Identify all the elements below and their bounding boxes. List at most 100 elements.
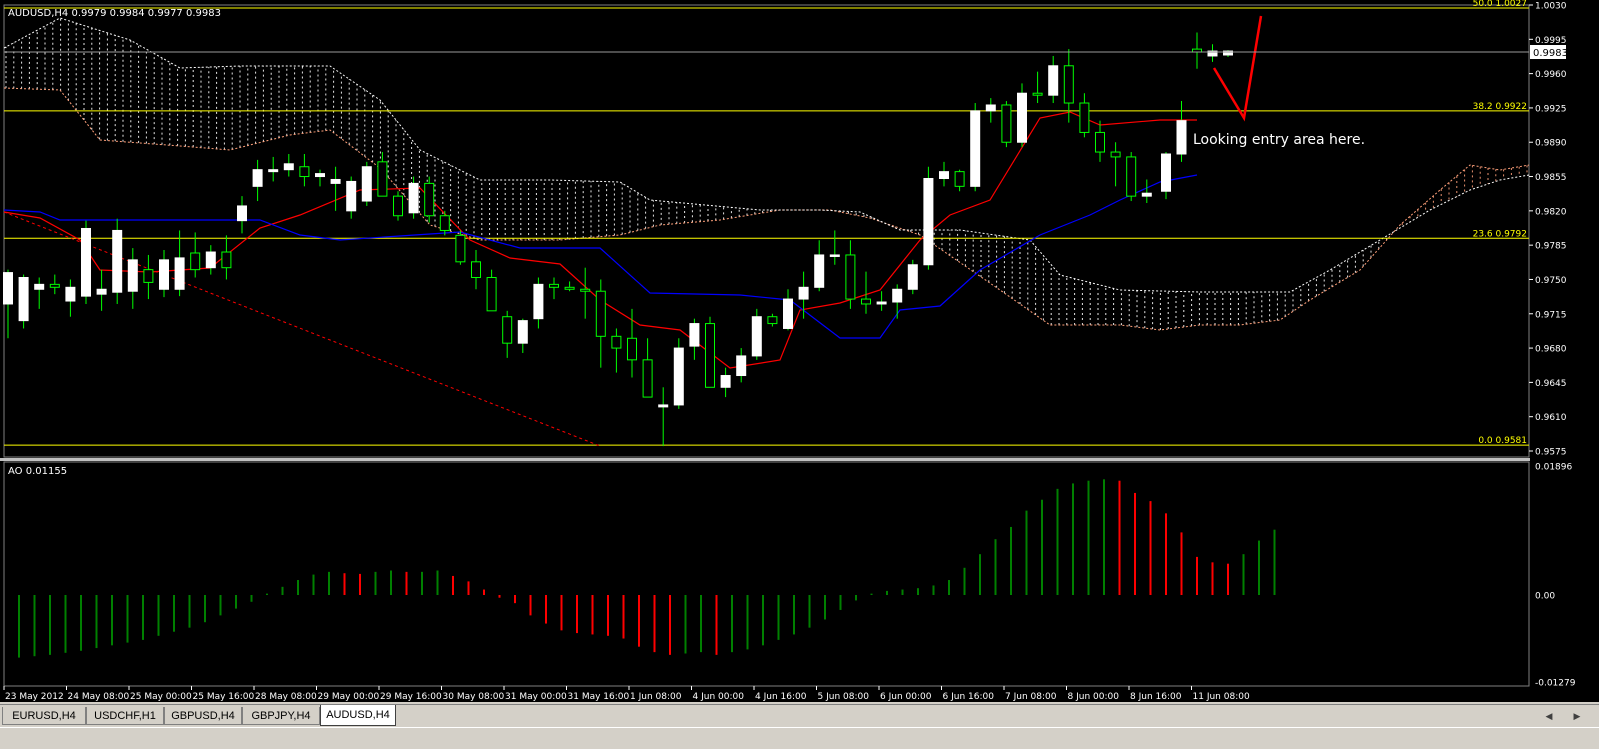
candle-body	[377, 161, 388, 197]
candle-body	[783, 298, 793, 329]
time-label: 23 May 2012	[5, 692, 64, 702]
candle-body	[424, 182, 435, 217]
time-label: 30 May 08:00	[443, 692, 505, 702]
candle-body	[767, 316, 778, 325]
fib-label: 23.6 0.9792	[1473, 229, 1527, 239]
candle-body	[970, 110, 981, 187]
candle-body	[892, 288, 903, 303]
candle-body	[658, 404, 669, 408]
candle-body	[127, 259, 138, 292]
main-chart-frame	[3, 4, 1530, 458]
candle-body	[985, 104, 996, 112]
time-label: 28 May 08:00	[255, 692, 317, 702]
candle-body	[486, 277, 497, 312]
candle-body	[439, 215, 450, 231]
candle-body	[564, 286, 575, 290]
candle-body	[595, 290, 606, 337]
time-label: 7 Jun 08:00	[1005, 692, 1057, 702]
candle-body	[533, 283, 544, 320]
candle-body	[3, 272, 13, 305]
candle-body	[221, 251, 232, 269]
chart-window[interactable]: 50.0 1.0027 38.2 0.9922 23.6 0.9792 0.0 0.9…	[0, 0, 1599, 702]
price-label: 0.9750	[1535, 276, 1567, 286]
time-label: 29 May 16:00	[380, 692, 442, 702]
candle-body	[845, 254, 856, 300]
candle-body	[1126, 156, 1137, 197]
candle-body	[876, 301, 887, 305]
candle-body	[1001, 104, 1012, 143]
tab-gbpusd-h4[interactable]: GBPUSD,H4	[164, 707, 242, 725]
candle-body	[689, 323, 700, 347]
candle-body	[393, 195, 403, 217]
candle-body	[751, 316, 762, 357]
tab-scroll-right-icon[interactable]: ▶	[1570, 710, 1584, 724]
tab-gbpjpy-h4[interactable]: GBPJPY,H4	[242, 707, 320, 725]
candle-body	[829, 254, 840, 257]
candle-body	[1017, 92, 1027, 143]
candle-body	[190, 252, 201, 271]
candle-body	[814, 254, 825, 288]
candle-body	[65, 286, 76, 302]
candle-body	[1095, 131, 1105, 153]
fib-label: 0.0 0.9581	[1478, 436, 1527, 446]
time-label: 6 Jun 16:00	[943, 692, 995, 702]
price-label: 0.9715	[1535, 310, 1567, 320]
chart-canvas[interactable]: 50.0 1.0027 38.2 0.9922 23.6 0.9792 0.0 0.9…	[0, 0, 1599, 702]
price-label: 0.9890	[1535, 139, 1567, 149]
candle-body	[720, 375, 731, 388]
time-label: 6 Jun 00:00	[880, 692, 932, 702]
tab-eurusd-h4[interactable]: EURUSD,H4	[2, 707, 86, 725]
candle-body	[923, 177, 934, 266]
tab-scroll-left-icon[interactable]: ◀	[1542, 710, 1556, 724]
status-bar	[0, 727, 1599, 749]
price-label: 0.9995	[1535, 36, 1567, 46]
price-label: 0.9645	[1535, 379, 1567, 389]
candle-body	[237, 205, 247, 222]
senkou-span-a	[3, 87, 1530, 331]
time-label: 31 May 00:00	[505, 692, 567, 702]
time-label: 8 Jun 16:00	[1130, 692, 1182, 702]
time-label: 5 Jun 08:00	[818, 692, 870, 702]
time-label: 1 Jun 08:00	[630, 692, 682, 702]
fib-label: 38.2 0.9922	[1473, 102, 1527, 112]
time-label: 4 Jun 00:00	[693, 692, 745, 702]
ao-header: AO 0.01155	[8, 466, 67, 477]
candle-body	[939, 171, 949, 179]
candle-body	[580, 288, 591, 292]
candle-body	[455, 234, 466, 263]
candle-body	[1141, 192, 1152, 197]
candle-body	[174, 257, 185, 290]
candle-body	[81, 227, 91, 297]
ao-scale-label: 0.01896	[1535, 463, 1572, 473]
candle-body	[954, 171, 965, 187]
price-label: 0.9925	[1535, 104, 1567, 114]
candle-body	[471, 261, 481, 279]
candle-body	[330, 178, 341, 184]
candle-body	[408, 182, 419, 214]
price-label: 0.9575	[1535, 448, 1567, 458]
current-price-label: 0.9983	[1533, 48, 1568, 59]
fib-label: 50.0 1.0027	[1473, 0, 1527, 9]
candle-body	[673, 347, 684, 406]
price-label: 1.0030	[1535, 2, 1567, 12]
candle-body	[283, 163, 294, 171]
candle-body	[549, 283, 559, 288]
candle-body	[1110, 151, 1121, 158]
tab-usdchf-h1[interactable]: USDCHF,H1	[86, 707, 164, 725]
candle-body	[1063, 65, 1074, 104]
price-label: 0.9855	[1535, 173, 1567, 183]
time-label: 8 Jun 00:00	[1068, 692, 1120, 702]
entry-arrow	[1212, 15, 1263, 122]
candle-body	[611, 335, 622, 349]
price-label: 0.9960	[1535, 70, 1567, 80]
senkou-span-b	[3, 17, 1530, 293]
time-label: 4 Jun 16:00	[755, 692, 807, 702]
candle-body	[502, 316, 513, 344]
tab-audusd-h4[interactable]: AUDUSD,H4	[320, 705, 396, 726]
candle-body	[642, 359, 653, 398]
candle-body	[1079, 102, 1090, 133]
ao-panel-frame	[3, 461, 1530, 687]
candle-body	[143, 269, 154, 283]
candle-body	[315, 173, 325, 178]
current-price-tag: 0.9983	[4, 45, 1568, 59]
